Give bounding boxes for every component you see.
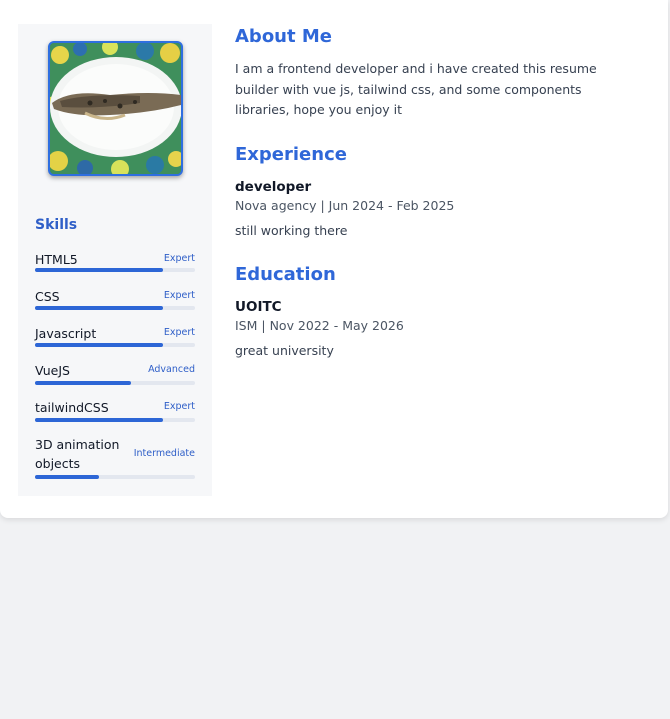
skill-progress-track <box>35 418 195 422</box>
education-meta: ISM | Nov 2022 - May 2026 <box>235 318 404 333</box>
skill-name: 3D animation objects <box>35 437 120 471</box>
skill-progress-fill <box>35 418 163 422</box>
profile-photo <box>48 41 183 176</box>
education-description: great university <box>235 343 334 358</box>
skill-progress-track <box>35 475 195 479</box>
skill-progress-track <box>35 381 195 385</box>
skill-level: Expert <box>163 327 195 338</box>
education-heading: Education <box>235 264 336 285</box>
skill-progress-track <box>35 268 195 272</box>
skill-name: tailwindCSS <box>35 400 109 415</box>
resume-card: Skills HTML5 Expert CSS Expert Javascript Exp… <box>0 0 668 518</box>
skills-heading: Skills <box>35 217 78 233</box>
experience-role: developer <box>235 179 312 195</box>
skill-level: Expert <box>163 401 195 412</box>
experience-description: still working there <box>235 223 348 238</box>
skill-progress-fill <box>35 343 163 347</box>
skill-name: Javascript <box>35 326 97 341</box>
resume-sidebar: Skills HTML5 Expert CSS Expert Javascript Exp… <box>18 24 212 496</box>
skill-progress-fill <box>35 268 163 272</box>
skill-name: HTML5 <box>35 252 78 267</box>
about-heading: About Me <box>235 26 332 47</box>
experience-heading: Experience <box>235 144 347 165</box>
skill-name: CSS <box>35 289 60 304</box>
skill-progress-fill <box>35 381 131 385</box>
skill-progress-fill <box>35 475 99 479</box>
profile-photo-image <box>50 43 181 174</box>
about-text: I am a frontend developer and i have cre… <box>235 61 597 117</box>
skill-level: Intermediate <box>133 448 195 459</box>
experience-meta: Nova agency | Jun 2024 - Feb 2025 <box>235 198 455 213</box>
skill-level: Advanced <box>148 364 195 375</box>
skill-name: VueJS <box>35 363 70 378</box>
skill-progress-fill <box>35 306 163 310</box>
skill-progress-track <box>35 343 195 347</box>
education-school: UOITC <box>235 299 282 315</box>
skill-level: Expert <box>163 290 195 301</box>
skill-level: Expert <box>163 253 195 264</box>
skill-progress-track <box>35 306 195 310</box>
